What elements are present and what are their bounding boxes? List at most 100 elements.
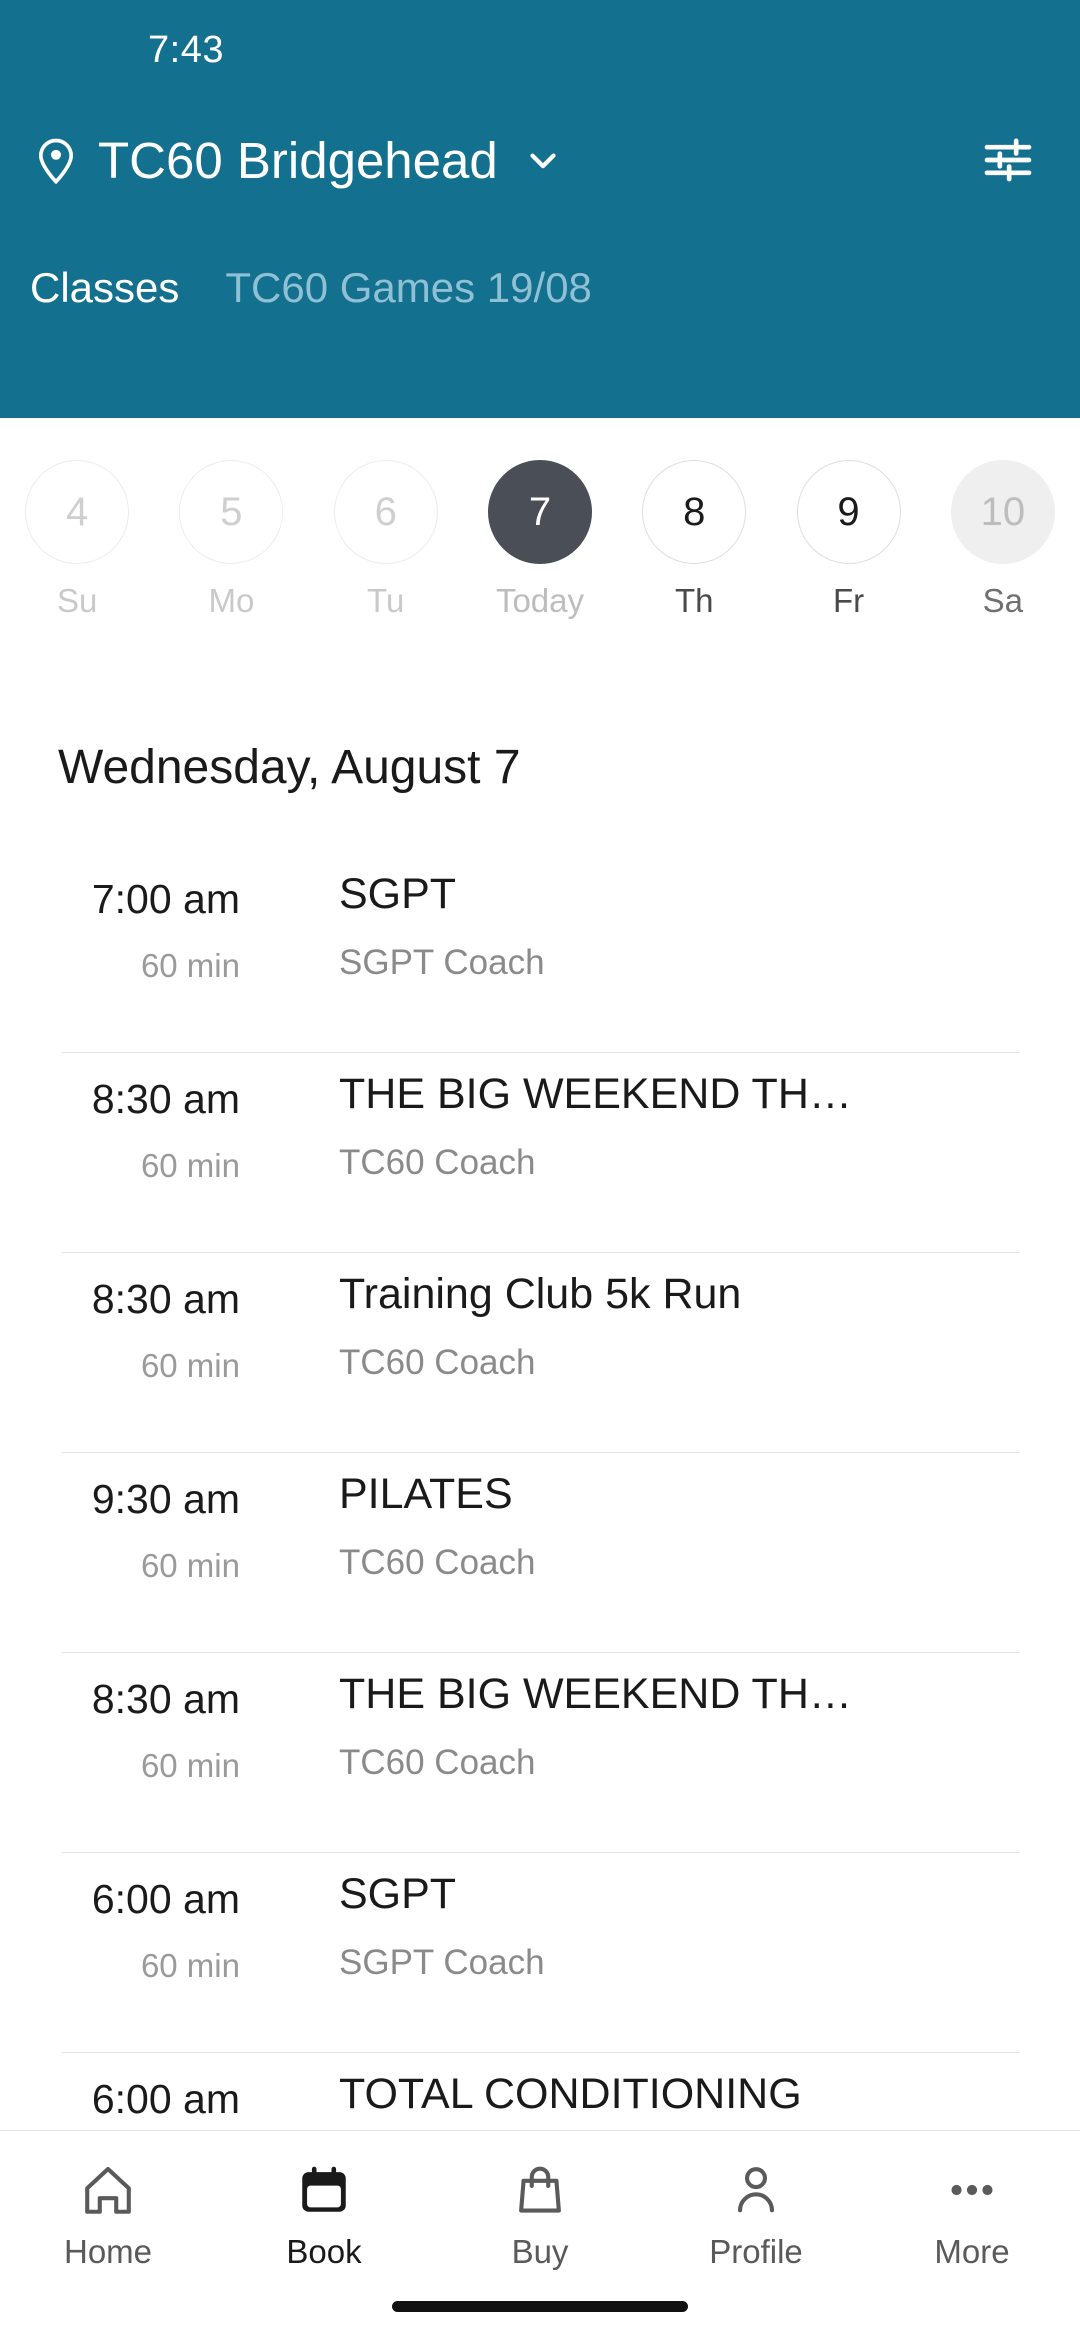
class-time-column: 8:30 am 60 min [58, 1052, 240, 1185]
date-number: 4 [25, 460, 130, 564]
nav-item-book[interactable]: Book [216, 2161, 432, 2271]
date-weekday: Su [56, 582, 98, 619]
location-pin-icon [38, 138, 74, 185]
app-header: 7:43 TC60 Bridgehead Classes TC60 Games … [0, 0, 1080, 418]
class-time-column: 8:30 am 60 min [58, 1652, 240, 1785]
class-duration: 60 min [140, 1947, 240, 1984]
class-row[interactable]: 6:00 am 60 min TOTAL CONDITIONING [0, 2052, 1080, 2130]
header-tabs: Classes TC60 Games 19/08 [0, 264, 1080, 322]
class-time: 8:30 am [91, 1676, 240, 1722]
class-time: 6:00 am [91, 1876, 240, 1922]
date-cell-6[interactable]: 6 Tu [309, 460, 463, 620]
nav-label: Home [63, 2233, 153, 2270]
date-strip: 4 Su 5 Mo 6 Tu 7 Today 8 Th 9 Fr 10 Sa [0, 418, 1080, 658]
schedule-date-heading: Wednesday, August 7 [58, 741, 521, 794]
nav-label: Profile [709, 2233, 803, 2270]
class-time: 6:00 am [91, 2076, 240, 2122]
class-time-column: 9:30 am 60 min [58, 1452, 240, 1585]
class-row[interactable]: 8:30 am 60 min THE BIG WEEKEND TH… TC60 … [0, 1652, 1080, 1852]
class-row[interactable]: 7:00 am 60 min SGPT SGPT Coach [0, 852, 1080, 1052]
class-coach: SGPT Coach [339, 943, 545, 982]
class-duration: 60 min [140, 947, 240, 984]
class-title: THE BIG WEEKEND TH… [339, 1070, 852, 1118]
class-time-column: 6:00 am 60 min [58, 1852, 240, 1985]
date-number: 5 [179, 460, 284, 564]
class-title: PILATES [339, 1470, 513, 1518]
class-time: 7:00 am [91, 876, 240, 922]
date-number: 10 [950, 460, 1055, 564]
nav-label: Book [286, 2233, 362, 2270]
bag-icon [519, 2166, 561, 2213]
tab-tc60-games[interactable]: TC60 Games 19/08 [225, 264, 592, 322]
class-info-column: TOTAL CONDITIONING [240, 2052, 1080, 2130]
nav-label: Buy [511, 2233, 569, 2270]
location-name: TC60 Bridgehead [98, 131, 498, 189]
class-title: SGPT [339, 870, 457, 918]
app-screen: 7:43 TC60 Bridgehead Classes TC60 Games … [0, 0, 1080, 2340]
date-cell-10[interactable]: 10 Sa [926, 460, 1080, 620]
calendar-icon [302, 2166, 346, 2212]
date-weekday: Today [495, 582, 585, 619]
status-bar-clock: 7:43 [148, 28, 224, 71]
date-cell-5[interactable]: 5 Mo [154, 460, 308, 620]
class-coach: SGPT Coach [339, 1943, 545, 1982]
class-title: THE BIG WEEKEND TH… [339, 1670, 852, 1718]
class-duration: 60 min [140, 1147, 240, 1184]
class-row[interactable]: 9:30 am 60 min PILATES TC60 Coach [0, 1452, 1080, 1652]
nav-item-home[interactable]: Home [0, 2161, 216, 2271]
nav-label: More [934, 2233, 1010, 2270]
tab-classes[interactable]: Classes [30, 264, 179, 322]
class-time-column: 7:00 am 60 min [58, 852, 240, 985]
class-duration: 60 min [140, 1347, 240, 1384]
status-bar: 7:43 [0, 0, 1080, 100]
class-row[interactable]: 6:00 am 60 min SGPT SGPT Coach [0, 1852, 1080, 2052]
class-row[interactable]: 8:30 am 60 min Training Club 5k Run TC60… [0, 1252, 1080, 1452]
class-info-column: Training Club 5k Run TC60 Coach [240, 1252, 1080, 1383]
date-weekday: Fr [832, 582, 865, 619]
nav-item-profile[interactable]: Profile [648, 2161, 864, 2271]
date-weekday: Th [675, 582, 714, 619]
class-coach: TC60 Coach [339, 1343, 536, 1382]
class-time: 8:30 am [91, 1076, 240, 1122]
chevron-down-icon[interactable] [522, 139, 564, 181]
date-cell-8[interactable]: 8 Th [617, 460, 771, 620]
class-coach: TC60 Coach [339, 1143, 536, 1182]
class-list[interactable]: 7:00 am 60 min SGPT SGPT Coach 8:30 am 6… [0, 852, 1080, 2130]
class-title: Training Club 5k Run [339, 1270, 742, 1318]
date-weekday: Sa [982, 582, 1024, 619]
date-cell-7-selected[interactable]: 7 Today [463, 460, 617, 620]
class-time-column: 8:30 am 60 min [58, 1252, 240, 1385]
bottom-navigation: Home Book Buy Profile More [0, 2130, 1080, 2340]
class-time-column: 6:00 am 60 min [58, 2052, 240, 2130]
class-info-column: PILATES TC60 Coach [240, 1452, 1080, 1583]
class-time: 9:30 am [91, 1476, 240, 1522]
date-cell-4[interactable]: 4 Su [0, 460, 154, 620]
class-info-column: THE BIG WEEKEND TH… TC60 Coach [240, 1652, 1080, 1783]
location-selector[interactable]: TC60 Bridgehead [0, 100, 1080, 220]
class-coach: TC60 Coach [339, 1743, 536, 1782]
class-coach: TC60 Coach [339, 1543, 536, 1582]
class-info-column: SGPT SGPT Coach [240, 852, 1080, 983]
date-number: 8 [642, 460, 747, 564]
date-weekday: Tu [367, 582, 405, 619]
home-icon [85, 2166, 131, 2214]
class-duration: 60 min [140, 1547, 240, 1584]
class-duration: 60 min [140, 1747, 240, 1784]
date-number: 6 [333, 460, 438, 564]
date-cell-9[interactable]: 9 Fr [771, 460, 925, 620]
home-indicator[interactable] [392, 2301, 688, 2312]
date-number: 9 [796, 460, 901, 564]
date-weekday: Mo [208, 582, 255, 619]
class-time: 8:30 am [91, 1276, 240, 1322]
person-icon [737, 2167, 775, 2213]
date-number: 7 [487, 460, 592, 564]
nav-item-more[interactable]: More [864, 2161, 1080, 2271]
ellipsis-icon [951, 2184, 993, 2196]
class-info-column: SGPT SGPT Coach [240, 1852, 1080, 1983]
class-title: TOTAL CONDITIONING [339, 2070, 802, 2118]
nav-item-buy[interactable]: Buy [432, 2161, 648, 2271]
tune-sliders-icon[interactable] [980, 132, 1036, 188]
class-row[interactable]: 8:30 am 60 min THE BIG WEEKEND TH… TC60 … [0, 1052, 1080, 1252]
class-info-column: THE BIG WEEKEND TH… TC60 Coach [240, 1052, 1080, 1183]
class-title: SGPT [339, 1870, 457, 1918]
